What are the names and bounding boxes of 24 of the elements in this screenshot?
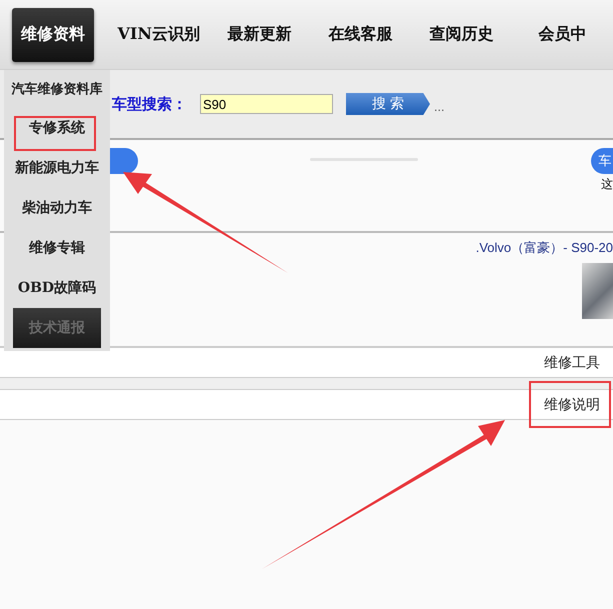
more-text: ... bbox=[434, 100, 444, 114]
menu-item[interactable]: 新能源电力车 bbox=[15, 148, 99, 188]
menu-item[interactable]: 专修系统 bbox=[29, 108, 85, 148]
vehicle-title[interactable]: .Volvo（富豪）- S90-20 bbox=[476, 239, 613, 257]
menu-item[interactable]: 柴油动力车 bbox=[22, 188, 92, 228]
nav-tab[interactable]: 查阅历史 bbox=[411, 8, 512, 62]
nav-tab[interactable]: 在线客服 bbox=[310, 8, 412, 62]
list-row[interactable]: 维修说明 bbox=[0, 389, 613, 420]
caption-text: 这 bbox=[601, 176, 613, 193]
pill-button[interactable]: 车 bbox=[591, 148, 613, 174]
search-button[interactable]: 搜 索 bbox=[346, 93, 430, 115]
nav-tab[interactable]: VIN云识别 bbox=[108, 8, 210, 62]
menu-item[interactable]: OBD故障码 bbox=[18, 268, 96, 308]
menu-item[interactable]: 汽车维修资料库 bbox=[12, 70, 102, 108]
row-label: 维修工具 bbox=[544, 354, 600, 372]
menu-item[interactable]: 维修专辑 bbox=[29, 228, 85, 268]
list-row[interactable]: 维修工具 bbox=[0, 347, 613, 378]
search-field[interactable]: S90 bbox=[200, 94, 333, 114]
nav-tab[interactable]: 维修资料 bbox=[12, 8, 94, 62]
row-label: 维修说明 bbox=[544, 396, 600, 414]
nav-tab[interactable]: 最新更新 bbox=[209, 8, 310, 62]
photo-placeholder bbox=[582, 263, 613, 319]
nav-tab[interactable]: 会员中 bbox=[512, 8, 613, 62]
search-label: 车型搜索： bbox=[112, 94, 188, 114]
